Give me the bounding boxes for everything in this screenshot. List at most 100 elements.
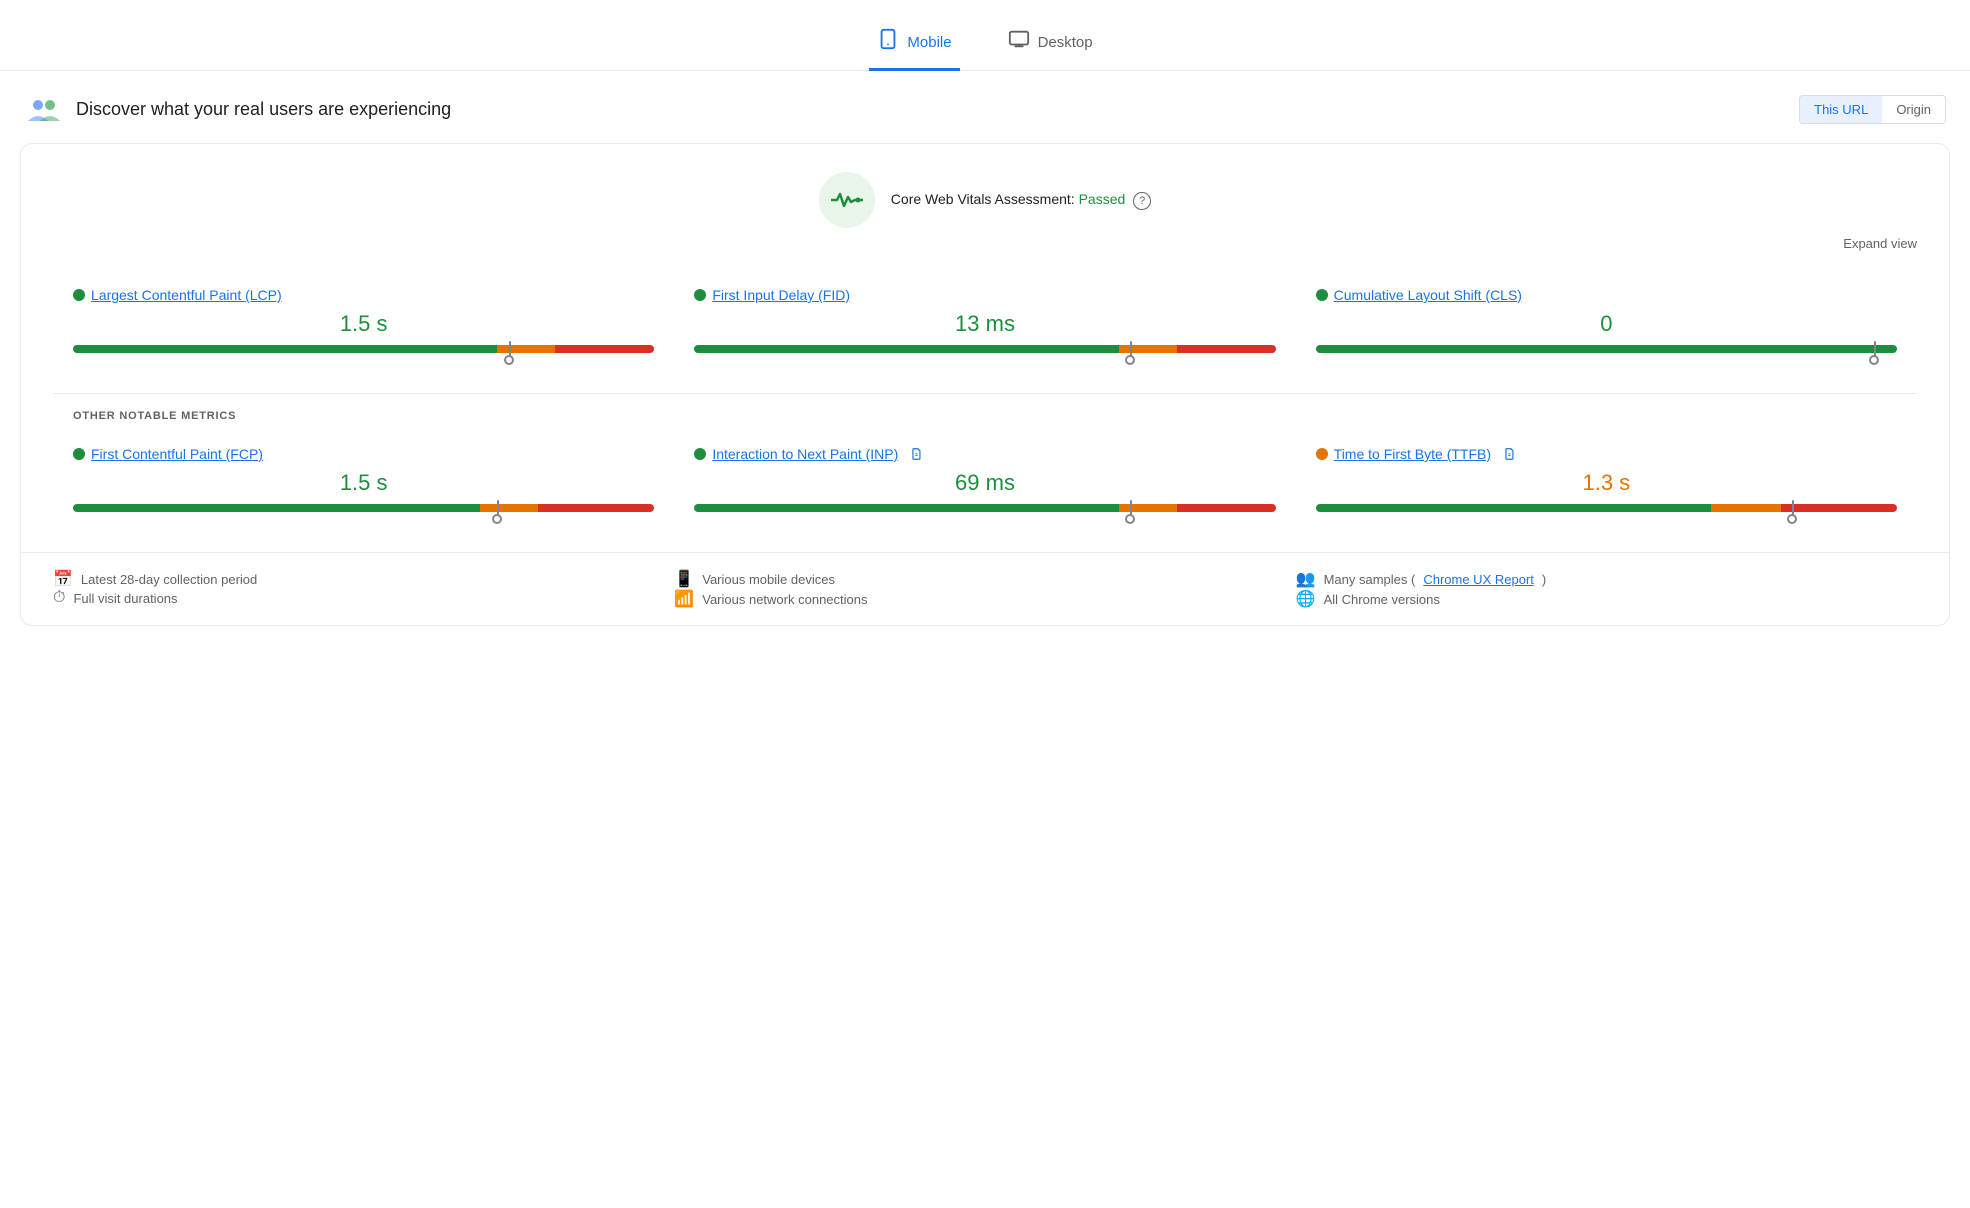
bar-track-fid	[694, 345, 1275, 353]
metric-name-inp[interactable]: Interaction to Next Paint (INP)	[712, 446, 898, 462]
metric-name-fid[interactable]: First Input Delay (FID)	[712, 287, 850, 303]
bar-green-cls	[1316, 345, 1897, 353]
origin-button[interactable]: Origin	[1882, 96, 1945, 123]
metric-bar-ttfb	[1316, 504, 1897, 512]
metric-value-inp: 69 ms	[694, 470, 1275, 496]
footer-text-after-3-1: )	[1542, 572, 1546, 587]
bar-green-lcp	[73, 345, 497, 353]
footer-item-1-1: 📅 Latest 28-day collection period	[53, 569, 674, 589]
other-metrics-label: OTHER NOTABLE METRICS	[53, 410, 1917, 422]
metric-label-lcp: Largest Contentful Paint (LCP)	[73, 287, 654, 303]
metric-dot-cls	[1316, 289, 1328, 301]
footer-col-1: 📅 Latest 28-day collection period ⏱Full vi…	[53, 569, 674, 609]
footer-item-1-2: ⏱Full visit durations	[53, 589, 674, 607]
metric-value-lcp: 1.5 s	[73, 311, 654, 337]
metric-value-fid: 13 ms	[694, 311, 1275, 337]
metric-bar-lcp	[73, 345, 654, 353]
footer-link-3-1[interactable]: Chrome UX Report	[1423, 572, 1534, 587]
beta-icon	[1503, 447, 1517, 461]
metric-label-fid: First Input Delay (FID)	[694, 287, 1275, 303]
assessment-title: Core Web Vitals Assessment:	[891, 191, 1075, 207]
footer-text-1-2: Full visit durations	[73, 591, 177, 606]
footer-col-2: 📱 Various mobile devices 📶Various network …	[674, 569, 1295, 609]
tab-mobile[interactable]: Mobile	[869, 16, 959, 71]
footer-item-2-2: 📶Various network connections	[674, 589, 1295, 609]
header-left: Discover what your real users are experi…	[24, 89, 451, 129]
footer-icon-3-1: 👥	[1296, 569, 1316, 589]
metric-label-inp: Interaction to Next Paint (INP)	[694, 446, 1275, 462]
bar-red-inp	[1177, 504, 1276, 512]
metric-name-cls[interactable]: Cumulative Layout Shift (CLS)	[1334, 287, 1522, 303]
footer-item-3-2: 🌐 All Chrome versions	[1296, 589, 1917, 609]
metric-cell-lcp: Largest Contentful Paint (LCP) 1.5 s	[53, 271, 674, 373]
bar-orange-fcp	[480, 504, 538, 512]
footer-icon-2-2: 📶	[674, 589, 694, 609]
metric-name-lcp[interactable]: Largest Contentful Paint (LCP)	[91, 287, 282, 303]
bar-track-ttfb	[1316, 504, 1897, 512]
bar-orange-inp	[1119, 504, 1177, 512]
bar-thumb-inp	[1125, 514, 1135, 524]
bar-green-inp	[694, 504, 1118, 512]
metric-dot-fcp	[73, 448, 85, 460]
bar-track-inp	[694, 504, 1275, 512]
help-icon[interactable]: ?	[1133, 192, 1151, 210]
beta-icon	[910, 447, 924, 461]
bar-orange-ttfb	[1711, 504, 1781, 512]
bar-thumb-lcp	[504, 355, 514, 365]
bar-thumb-cls	[1869, 355, 1879, 365]
assessment-status: Passed	[1079, 191, 1126, 207]
metric-dot-inp	[694, 448, 706, 460]
metric-label-ttfb: Time to First Byte (TTFB)	[1316, 446, 1897, 462]
assessment-title-container: Core Web Vitals Assessment: Passed ?	[891, 191, 1151, 210]
metric-bar-fcp	[73, 504, 654, 512]
footer-icon-1-1: 📅	[53, 569, 73, 589]
footer-text-2-1: Various mobile devices	[702, 572, 835, 587]
metric-value-ttfb: 1.3 s	[1316, 470, 1897, 496]
section-separator	[53, 393, 1917, 394]
users-icon	[24, 89, 64, 129]
this-url-button[interactable]: This URL	[1800, 96, 1882, 123]
footer-item-2-1: 📱 Various mobile devices	[674, 569, 1295, 589]
footer-icon-2-1: 📱	[674, 569, 694, 589]
bar-green-fid	[694, 345, 1118, 353]
bar-track-lcp	[73, 345, 654, 353]
metric-cell-cls: Cumulative Layout Shift (CLS) 0	[1296, 271, 1917, 373]
metric-bar-fid	[694, 345, 1275, 353]
bar-red-fcp	[538, 504, 654, 512]
mobile-icon	[877, 28, 899, 56]
vitals-icon	[819, 172, 875, 228]
metric-name-ttfb[interactable]: Time to First Byte (TTFB)	[1334, 446, 1491, 462]
metric-dot-lcp	[73, 289, 85, 301]
bar-orange-fid	[1119, 345, 1177, 353]
card-footer: 📅 Latest 28-day collection period ⏱Full vi…	[21, 552, 1949, 625]
bar-red-ttfb	[1781, 504, 1897, 512]
bar-thumb-fcp	[492, 514, 502, 524]
footer-text-3-1: Many samples (	[1324, 572, 1416, 587]
metric-value-fcp: 1.5 s	[73, 470, 654, 496]
footer-item-3-1: 👥 Many samples ( Chrome UX Report)	[1296, 569, 1917, 589]
bar-orange-lcp	[497, 345, 555, 353]
expand-view[interactable]: Expand view	[53, 236, 1917, 251]
core-metrics-grid: Largest Contentful Paint (LCP) 1.5 s Fir…	[53, 271, 1917, 373]
metric-label-fcp: First Contentful Paint (FCP)	[73, 446, 654, 462]
metric-bar-inp	[694, 504, 1275, 512]
bar-green-fcp	[73, 504, 480, 512]
main-card: Core Web Vitals Assessment: Passed ? Exp…	[20, 143, 1950, 626]
metric-name-fcp[interactable]: First Contentful Paint (FCP)	[91, 446, 263, 462]
metric-cell-fcp: First Contentful Paint (FCP) 1.5 s	[53, 430, 674, 532]
metric-dot-fid	[694, 289, 706, 301]
metric-cell-ttfb: Time to First Byte (TTFB) 1.3 s	[1296, 430, 1917, 532]
footer-icon-3-2: 🌐	[1296, 589, 1316, 609]
footer-text-3-2: All Chrome versions	[1324, 592, 1440, 607]
other-metrics-grid: First Contentful Paint (FCP) 1.5 s Inter…	[53, 430, 1917, 532]
bar-track-fcp	[73, 504, 654, 512]
footer-col-3: 👥 Many samples ( Chrome UX Report) 🌐 All Chr…	[1296, 569, 1917, 609]
tab-desktop[interactable]: Desktop	[1000, 16, 1101, 71]
metric-label-cls: Cumulative Layout Shift (CLS)	[1316, 287, 1897, 303]
metric-bar-cls	[1316, 345, 1897, 353]
metric-dot-ttfb	[1316, 448, 1328, 460]
tab-bar: Mobile Desktop	[0, 0, 1970, 71]
assessment-header: Core Web Vitals Assessment: Passed ?	[53, 172, 1917, 228]
footer-text-1-1: Latest 28-day collection period	[81, 572, 257, 587]
metric-cell-fid: First Input Delay (FID) 13 ms	[674, 271, 1295, 373]
